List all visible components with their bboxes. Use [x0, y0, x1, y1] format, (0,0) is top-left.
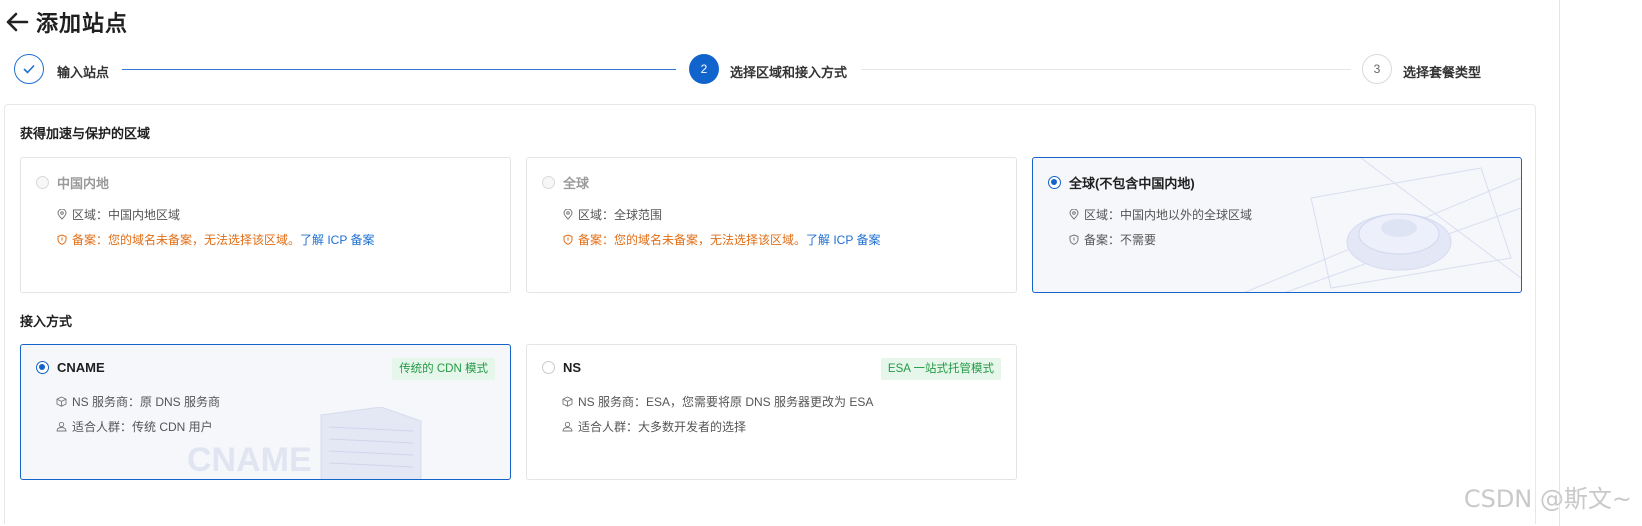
ns-radio[interactable]: [542, 361, 555, 374]
shield-icon: [562, 234, 573, 245]
csdn-watermark: CSDN @斯文~: [1463, 485, 1632, 513]
region-option-title: 中国内地: [57, 176, 110, 191]
user-icon: [562, 421, 573, 432]
region-text: 区域：中国内地区域: [72, 208, 181, 222]
mode-tag: ESA 一站式托管模式: [880, 358, 1001, 380]
region-text: 区域：中国内地以外的全球区域: [1084, 208, 1253, 222]
scrollbar-track[interactable]: [1559, 0, 1560, 526]
cube-icon: [56, 396, 67, 407]
region-section-title: 获得加速与保护的区域: [20, 126, 151, 141]
cube-icon: [562, 396, 573, 407]
audience-text: 适合人群：传统 CDN 用户: [72, 420, 213, 434]
region-selected-radio[interactable]: [1048, 176, 1061, 189]
shield-icon: [56, 234, 67, 245]
access-option-cname[interactable]: CNAME CNAME 传统的 CDN 模式 NS 服务商：原 DNS 服务商 …: [20, 344, 511, 480]
mode-tag: 传统的 CDN 模式: [392, 358, 495, 380]
step-connector-2: [861, 69, 1351, 70]
region-mainland-radio: [36, 176, 49, 189]
step-indicator: 输入站点 2 选择区域和接入方式 3 选择套餐类型: [14, 54, 1484, 86]
step-3-label: 选择套餐类型: [1403, 65, 1482, 80]
cname-radio[interactable]: [36, 361, 49, 374]
region-option-title: 全球(不包含中国内地): [1069, 176, 1195, 191]
cname-illustration: CNAME: [187, 407, 422, 479]
region-global-radio: [542, 176, 555, 189]
location-pin-icon: [56, 209, 67, 220]
check-icon: [23, 64, 35, 74]
cname-watermark-text: CNAME: [187, 441, 312, 479]
access-option-title: NS: [563, 360, 582, 375]
icp-learn-link[interactable]: 了解 ICP 备案: [300, 231, 374, 248]
region-option-global-excl-mainland[interactable]: 全球(不包含中国内地) 区域：中国内地以外的全球区域 备案：不需要: [1032, 157, 1522, 293]
user-icon: [56, 421, 67, 432]
audience-text: 适合人群：大多数开发者的选择: [578, 420, 747, 434]
access-section-title: 接入方式: [20, 314, 73, 329]
access-option-ns[interactable]: NS ESA 一站式托管模式 NS 服务商：ESA，您需要将原 DNS 服务器更…: [526, 344, 1017, 480]
shield-icon: [1068, 234, 1079, 245]
config-panel: 获得加速与保护的区域 中国内地 区域：中国内地区域 备案：您的域名未备案，无法选…: [4, 104, 1536, 524]
icp-warning-text: 备案：您的域名未备案，无法选择该区域。: [72, 233, 301, 247]
icp-warning-text: 备案：您的域名未备案，无法选择该区域。: [578, 233, 807, 247]
icp-text: 备案：不需要: [1084, 233, 1157, 247]
page-header: 添加站点: [4, 4, 128, 40]
step-3-circle: 3: [1362, 54, 1392, 84]
step-2-label: 选择区域和接入方式: [730, 65, 848, 80]
step-2-circle: 2: [689, 54, 719, 84]
ns-provider-text: NS 服务商：原 DNS 服务商: [72, 395, 221, 409]
globe-illustration: [1244, 158, 1521, 292]
step-connector-1: [122, 69, 676, 70]
region-option-title: 全球: [563, 176, 590, 191]
region-option-mainland: 中国内地 区域：中国内地区域 备案：您的域名未备案，无法选择该区域。 了解 ICP…: [20, 157, 511, 293]
access-option-title: CNAME: [57, 360, 105, 375]
icp-learn-link[interactable]: 了解 ICP 备案: [806, 231, 880, 248]
step-1-label: 输入站点: [57, 65, 110, 80]
region-text: 区域：全球范围: [578, 208, 663, 222]
location-pin-icon: [562, 209, 573, 220]
region-option-global: 全球 区域：全球范围 备案：您的域名未备案，无法选择该区域。 了解 ICP 备案: [526, 157, 1017, 293]
ns-provider-text: NS 服务商：ESA，您需要将原 DNS 服务器更改为 ESA: [578, 395, 874, 409]
location-pin-icon: [1068, 209, 1079, 220]
arrow-left-icon[interactable]: [4, 9, 30, 35]
page-title: 添加站点: [36, 11, 129, 36]
step-1-circle: [14, 54, 44, 84]
